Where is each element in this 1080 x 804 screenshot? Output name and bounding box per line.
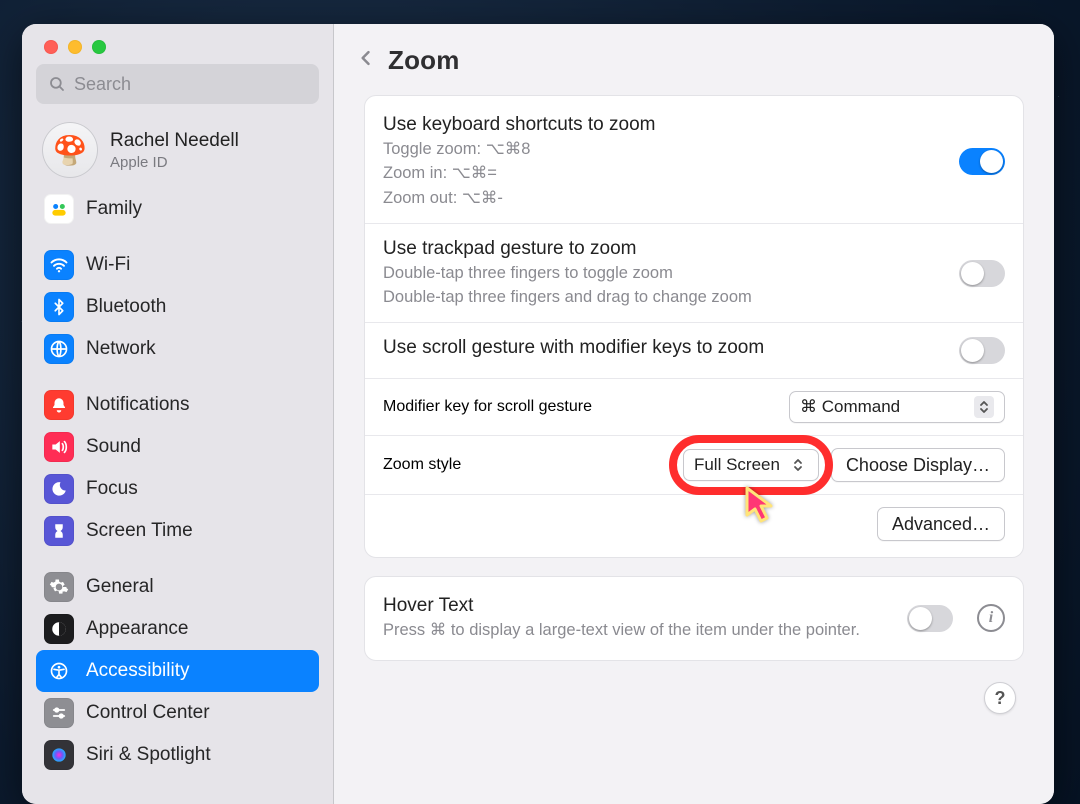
search-icon <box>48 75 66 93</box>
sidebar-item-label: Family <box>86 198 142 220</box>
accessibility-icon <box>44 656 74 686</box>
sidebar-item-label: Appearance <box>86 618 188 640</box>
sidebar-item-focus[interactable]: Focus <box>36 468 319 510</box>
trackpad-desc1: Double-tap three fingers to toggle zoom <box>383 262 945 284</box>
general-icon <box>44 572 74 602</box>
trackpad-label: Use trackpad gesture to zoom <box>383 238 945 260</box>
bluetooth-icon <box>44 292 74 322</box>
sidebar-item-accessibility[interactable]: Accessibility <box>36 650 319 692</box>
sidebar-item-controlcenter[interactable]: Control Center <box>36 692 319 734</box>
chevron-updown-icon <box>788 454 808 476</box>
hover-text-panel: Hover Text Press ⌘ to display a large-te… <box>364 576 1024 660</box>
sidebar-item-family[interactable]: Family <box>36 188 319 230</box>
chevron-updown-icon <box>974 396 994 418</box>
trackpad-toggle[interactable] <box>959 260 1005 287</box>
hover-text-desc: Press ⌘ to display a large-text view of … <box>383 619 893 641</box>
avatar: 🍄 <box>42 122 98 178</box>
sidebar-item-label: Notifications <box>86 394 190 416</box>
sidebar-item-network[interactable]: Network <box>36 328 319 370</box>
scroll-label: Use scroll gesture with modifier keys to… <box>383 337 945 359</box>
sidebar-item-label: Sound <box>86 436 141 458</box>
back-button[interactable] <box>356 44 376 77</box>
sidebar-item-label: Bluetooth <box>86 296 166 318</box>
row-hover-text: Hover Text Press ⌘ to display a large-te… <box>365 581 1023 655</box>
titlebar: Zoom <box>334 24 1054 95</box>
sidebar-item-sound[interactable]: Sound <box>36 426 319 468</box>
kb-shortcuts-label: Use keyboard shortcuts to zoom <box>383 114 945 136</box>
sidebar-item-label: Accessibility <box>86 660 189 682</box>
close-window-button[interactable] <box>44 40 58 54</box>
network-icon <box>44 334 74 364</box>
choose-display-button[interactable]: Choose Display… <box>831 448 1005 482</box>
kb-shortcuts-desc3: Zoom out: ⌥⌘- <box>383 187 945 209</box>
hover-text-label: Hover Text <box>383 595 893 617</box>
advanced-button[interactable]: Advanced… <box>877 507 1005 541</box>
row-advanced: Advanced… <box>365 494 1023 553</box>
search-input[interactable] <box>74 74 307 95</box>
search-field[interactable] <box>36 64 319 104</box>
sidebar-item-notifications[interactable]: Notifications <box>36 384 319 426</box>
help-glyph: ? <box>995 688 1006 709</box>
appearance-icon <box>44 614 74 644</box>
sidebar-item-wifi[interactable]: Wi-Fi <box>36 244 319 286</box>
sidebar-item-screentime[interactable]: Screen Time <box>36 510 319 552</box>
scroll-toggle[interactable] <box>959 337 1005 364</box>
sidebar-item-siri[interactable]: Siri & Spotlight <box>36 734 319 776</box>
zoom-style-select[interactable]: Full Screen <box>683 449 819 481</box>
kb-shortcuts-desc2: Zoom in: ⌥⌘= <box>383 162 945 184</box>
window-controls <box>22 24 333 64</box>
zoom-style-value: Full Screen <box>694 455 780 475</box>
account-name: Rachel Needell <box>110 130 239 152</box>
notifications-icon <box>44 390 74 420</box>
sidebar-item-appleid[interactable]: 🍄 Rachel Needell Apple ID <box>36 116 319 188</box>
sidebar-item-label: Wi-Fi <box>86 254 130 276</box>
hover-text-toggle[interactable] <box>907 605 953 632</box>
kb-shortcuts-toggle[interactable] <box>959 148 1005 175</box>
sidebar-item-label: General <box>86 576 154 598</box>
modifier-label: Modifier key for scroll gesture <box>383 398 777 416</box>
row-zoom-style: Zoom style Full Screen Choose Display… <box>365 435 1023 494</box>
sound-icon <box>44 432 74 462</box>
zoom-settings-panel: Use keyboard shortcuts to zoom Toggle zo… <box>364 95 1024 558</box>
trackpad-desc2: Double-tap three fingers and drag to cha… <box>383 286 945 308</box>
settings-window: 🍄 Rachel Needell Apple ID Family Wi-Fi <box>22 24 1054 804</box>
sidebar-item-label: Siri & Spotlight <box>86 744 211 766</box>
sidebar-item-label: Focus <box>86 478 138 500</box>
sidebar-item-label: Control Center <box>86 702 210 724</box>
modifier-key-select[interactable]: ⌘ Command <box>789 391 1005 423</box>
sidebar-item-appearance[interactable]: Appearance <box>36 608 319 650</box>
fullscreen-window-button[interactable] <box>92 40 106 54</box>
sidebar: 🍄 Rachel Needell Apple ID Family Wi-Fi <box>22 24 334 804</box>
kb-shortcuts-desc1: Toggle zoom: ⌥⌘8 <box>383 138 945 160</box>
siri-icon <box>44 740 74 770</box>
info-icon[interactable]: i <box>977 604 1005 632</box>
row-scroll-gesture: Use scroll gesture with modifier keys to… <box>365 322 1023 378</box>
family-icon <box>44 194 74 224</box>
sidebar-item-general[interactable]: General <box>36 566 319 608</box>
control-center-icon <box>44 698 74 728</box>
choose-display-label: Choose Display… <box>846 455 990 476</box>
wifi-icon <box>44 250 74 280</box>
advanced-label: Advanced… <box>892 514 990 535</box>
focus-icon <box>44 474 74 504</box>
row-keyboard-shortcuts: Use keyboard shortcuts to zoom Toggle zo… <box>365 100 1023 223</box>
account-sub: Apple ID <box>110 154 239 171</box>
sidebar-item-label: Network <box>86 338 156 360</box>
row-trackpad-gesture: Use trackpad gesture to zoom Double-tap … <box>365 223 1023 323</box>
minimize-window-button[interactable] <box>68 40 82 54</box>
page-title: Zoom <box>388 45 460 76</box>
sidebar-item-label: Screen Time <box>86 520 193 542</box>
screentime-icon <box>44 516 74 546</box>
modifier-key-value: ⌘ Command <box>800 397 900 417</box>
help-button[interactable]: ? <box>984 682 1016 714</box>
row-modifier-key: Modifier key for scroll gesture ⌘ Comman… <box>365 378 1023 435</box>
zoom-style-label: Zoom style <box>383 456 671 474</box>
content-pane: Zoom Use keyboard shortcuts to zoom Togg… <box>334 24 1054 804</box>
sidebar-item-bluetooth[interactable]: Bluetooth <box>36 286 319 328</box>
sidebar-scroll[interactable]: 🍄 Rachel Needell Apple ID Family Wi-Fi <box>22 116 333 794</box>
